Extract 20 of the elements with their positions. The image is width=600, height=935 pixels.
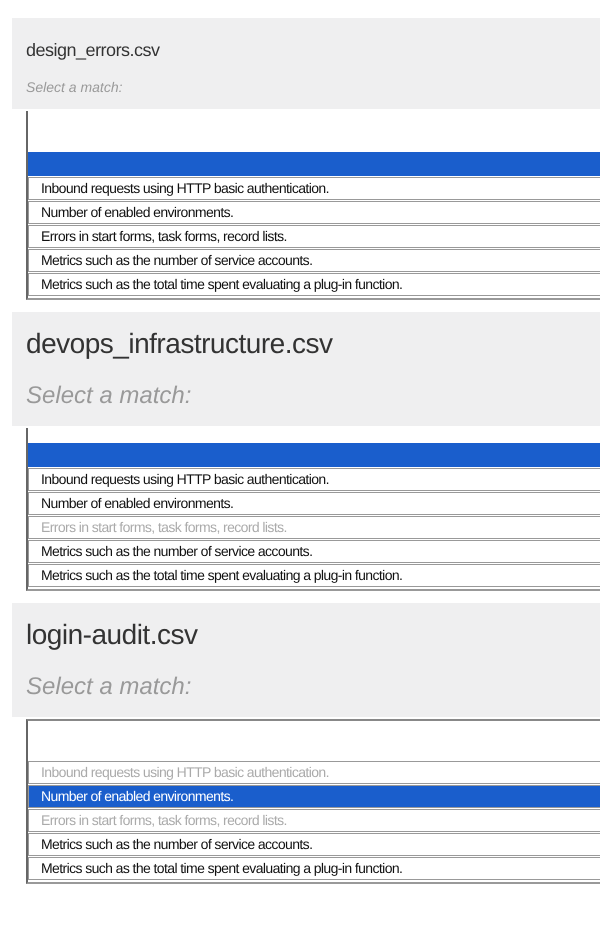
match-option[interactable]: Metrics such as the number of service accounts. — [28, 833, 600, 856]
match-option[interactable]: Number of enabled environments. — [28, 492, 600, 515]
match-list[interactable] — [26, 428, 600, 591]
file-name: login-audit.csv — [26, 619, 199, 651]
select-prompt: Select a match: — [26, 673, 192, 701]
match-option[interactable]: Metrics such as the total time spent evaluating a plug-in function. — [28, 273, 600, 296]
match-option[interactable]: Inbound requests using HTTP basic authentication. — [28, 468, 600, 491]
match-option[interactable]: Number of enabled environments. — [28, 201, 600, 224]
match-option[interactable]: Metrics such as the number of service accounts. — [28, 540, 600, 563]
match-option[interactable]: Errors in start forms, task forms, record lists. — [28, 225, 600, 248]
match-option[interactable]: Metrics such as the number of service accounts. — [28, 249, 600, 272]
file-name: devops_infrastructure.csv — [26, 328, 334, 360]
match-list[interactable] — [26, 111, 600, 300]
file-name: design_errors.csv — [26, 40, 161, 61]
select-prompt: Select a match: — [26, 79, 124, 95]
match-option[interactable]: Number of enabled environments. — [28, 785, 600, 808]
match-option[interactable]: Metrics such as the total time spent evaluating a plug-in function. — [28, 564, 600, 587]
match-option[interactable]: Metrics such as the total time spent evaluating a plug-in function. — [28, 857, 600, 880]
match-option[interactable]: Inbound requests using HTTP basic authentication. — [28, 177, 600, 200]
select-prompt: Select a match: — [26, 382, 192, 410]
